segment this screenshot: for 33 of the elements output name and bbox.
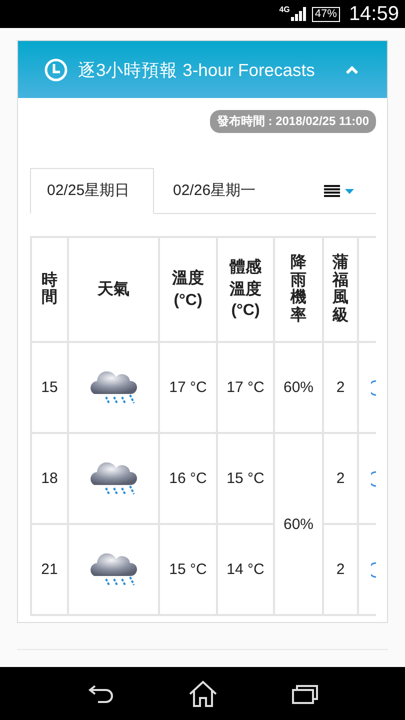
issue-time-badge: 發布時間 : 2018/02/25 11:00 <box>210 110 376 133</box>
table-cell: 60% <box>283 516 314 532</box>
table-cell: 15 <box>41 379 58 396</box>
column-header: 天氣 <box>96 280 130 300</box>
table-cell: 16 °C <box>169 470 207 487</box>
table-cell: 2 <box>336 561 345 578</box>
collapse-chevron-icon[interactable] <box>345 64 359 74</box>
signal-icon <box>290 7 307 21</box>
network-label: 4G <box>279 5 290 14</box>
battery-level: 47% <box>312 6 340 22</box>
column-header: 蒲福風級 <box>332 254 348 324</box>
table-cell: 15 °C <box>169 561 207 578</box>
recent-apps-icon[interactable] <box>290 682 319 704</box>
column-header: 時間 <box>42 272 58 307</box>
home-icon[interactable] <box>188 680 218 708</box>
table-cell: 18 <box>41 470 58 487</box>
table-cell: 17 °C <box>226 379 264 396</box>
table-cell: 21 <box>41 561 58 578</box>
table-cell: 60% <box>283 379 314 396</box>
clock: 14:59 <box>348 2 399 26</box>
panel-title: 逐3小時預報 3-hour Forecasts <box>78 58 316 82</box>
column-header: 體感溫度(°C) <box>228 258 262 322</box>
table-cell: 15 °C <box>226 470 264 487</box>
table-cell: 17 °C <box>169 379 207 396</box>
date-tab[interactable]: 02/26星期一 <box>154 168 275 214</box>
column-header: 降雨機率 <box>290 254 306 324</box>
date-tab[interactable]: 02/25星期日 <box>30 168 154 214</box>
column-header: 溫度(°C) <box>171 268 205 310</box>
list-dropdown-icon <box>324 185 356 197</box>
table-cell: 2 <box>336 470 345 487</box>
clock-icon <box>44 58 68 82</box>
table-cell: 2 <box>336 379 345 396</box>
table-cell: 14 °C <box>226 561 264 578</box>
